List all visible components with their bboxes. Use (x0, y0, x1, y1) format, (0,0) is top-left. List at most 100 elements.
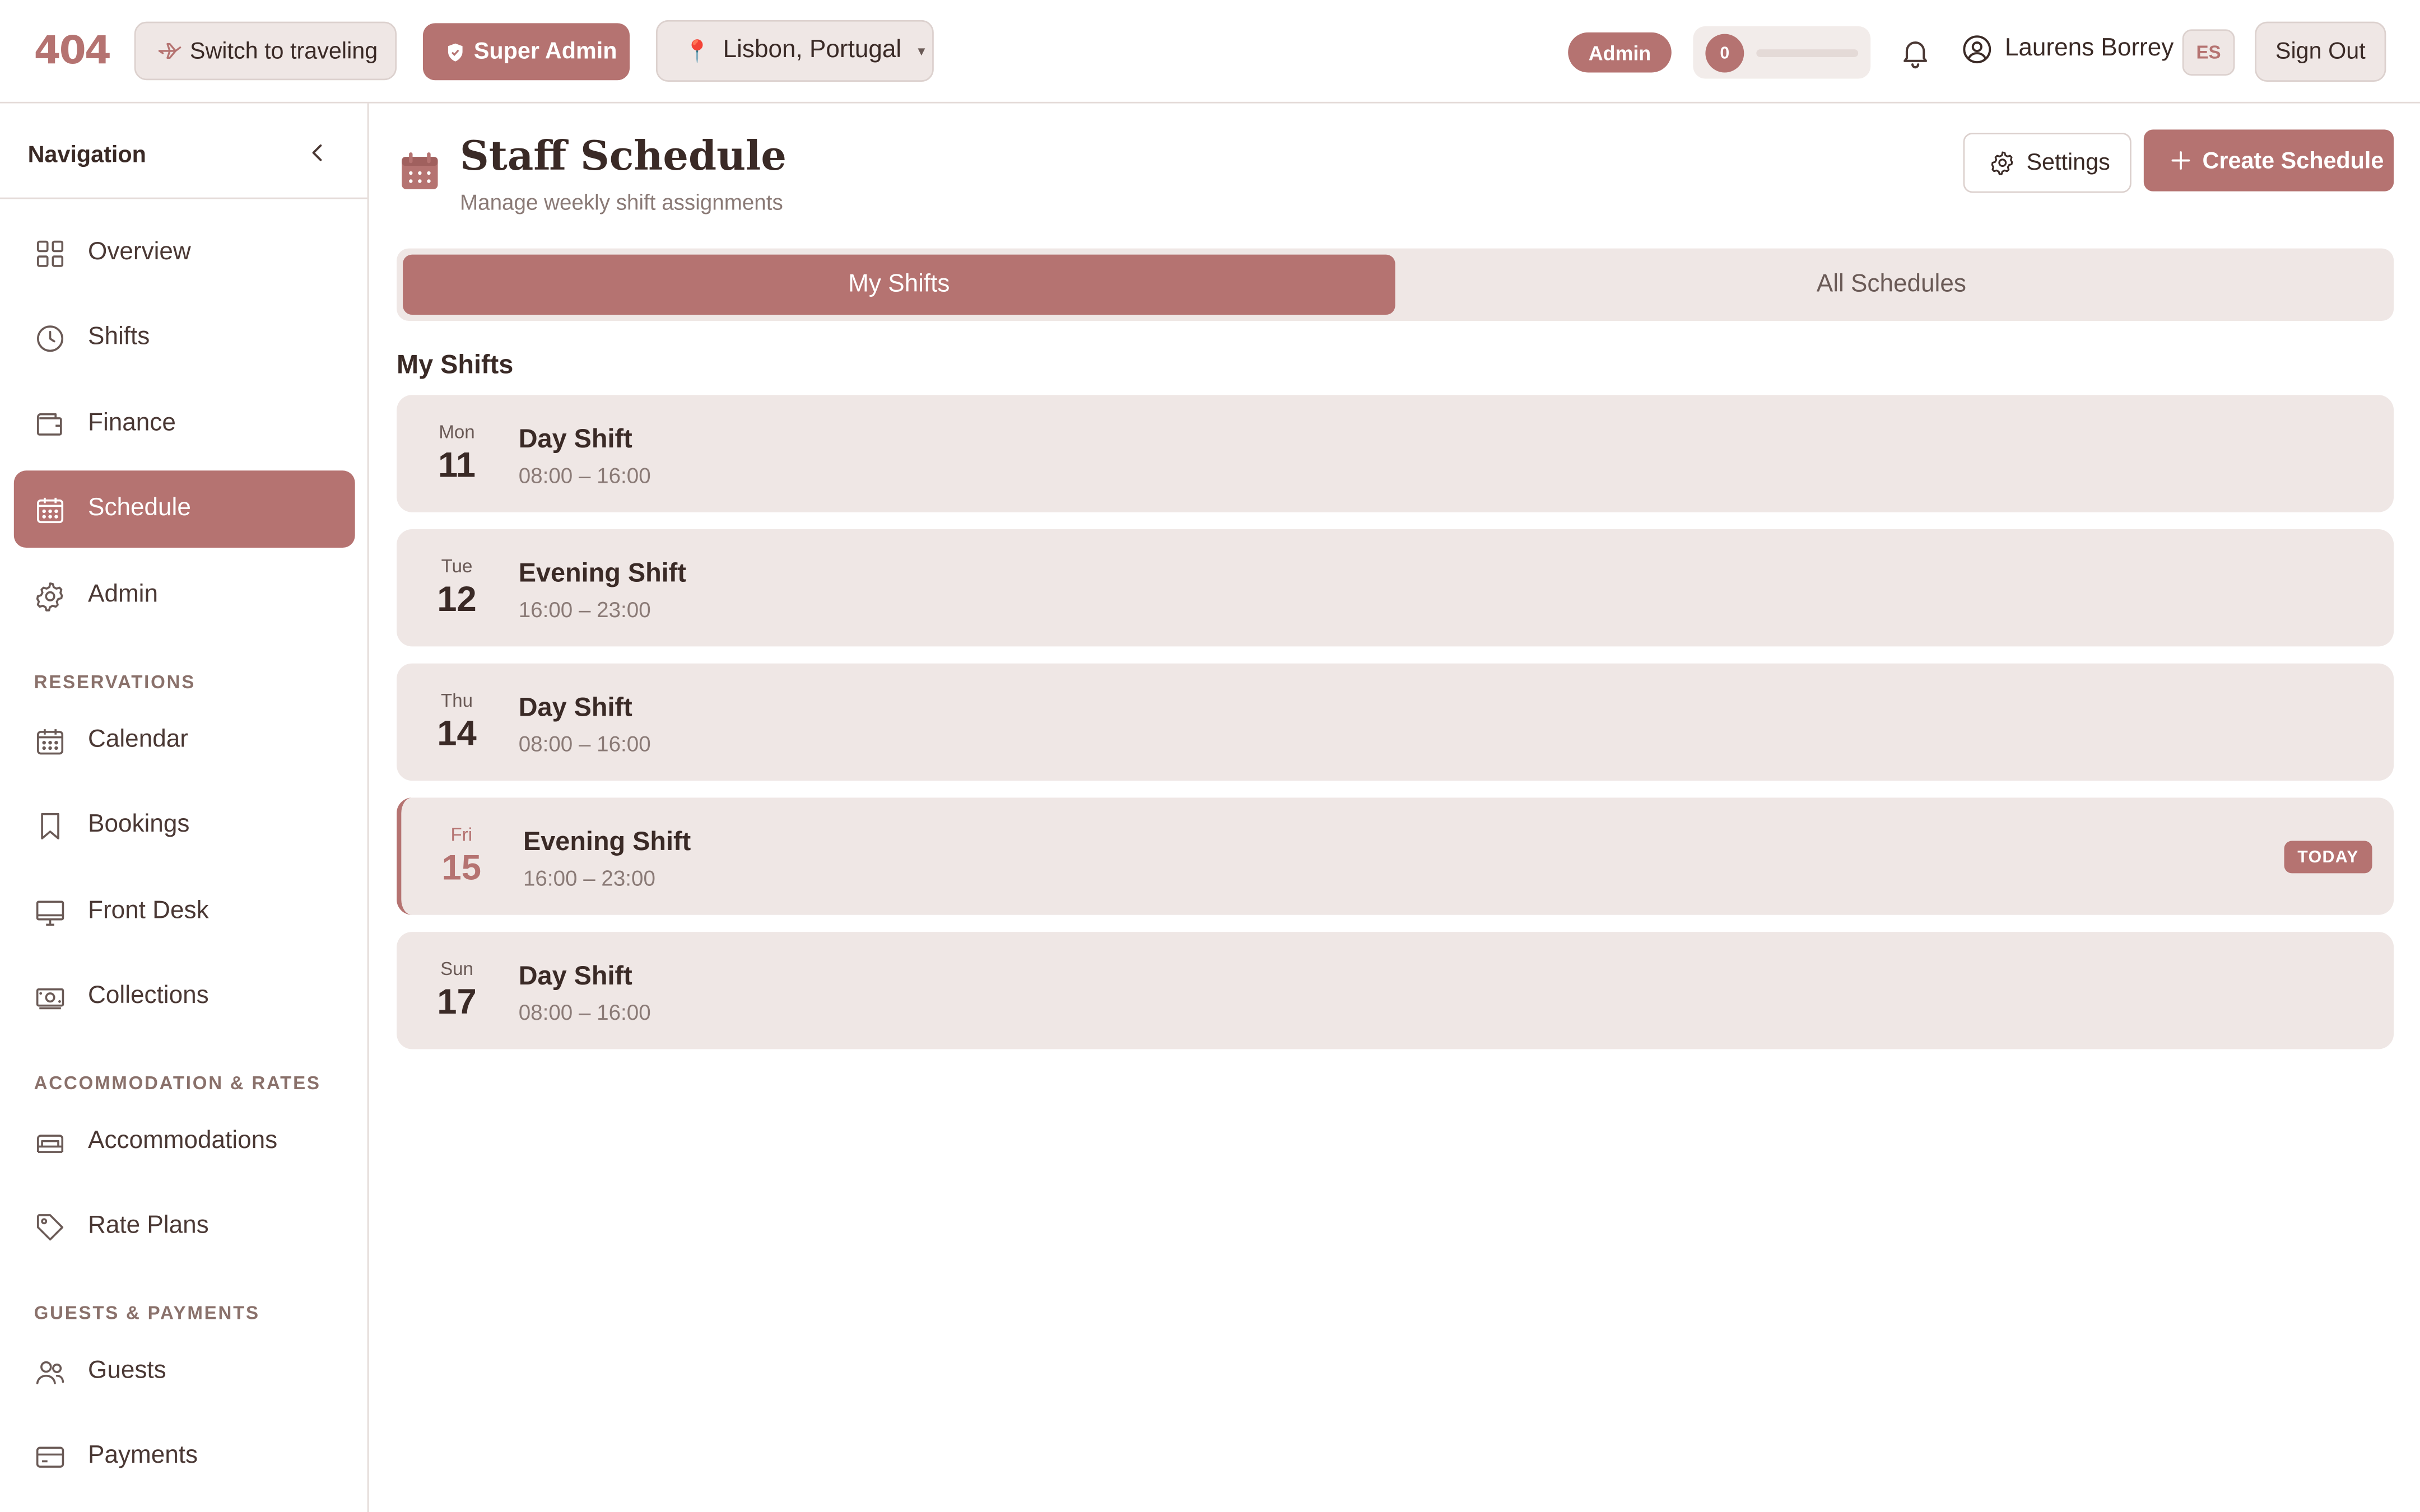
gear-icon (36, 581, 63, 611)
shift-card[interactable]: Sun 17 Day Shift 08:00 – 16:00 (397, 932, 2394, 1049)
app-viewport: 404 Switch to traveling Super Admin 📍 Li… (0, 0, 2420, 1512)
shift-weekday: Sun (440, 958, 473, 980)
user-menu[interactable]: Laurens Borrey (1962, 34, 2174, 65)
sidebar-item-collections[interactable]: Collections (14, 958, 355, 1035)
progress-count: 0 (1705, 34, 1744, 73)
create-schedule-button[interactable]: Create Schedule (2143, 129, 2394, 192)
shift-day: 15 (441, 847, 482, 888)
create-schedule-label: Create Schedule (2202, 147, 2384, 174)
super-admin-button[interactable]: Super Admin (422, 23, 630, 81)
monitor-icon (36, 900, 64, 925)
sidebar-item-label: Admin (88, 581, 159, 608)
language-button[interactable]: ES (2182, 29, 2235, 76)
sidebar-item-label: Bookings (88, 811, 190, 838)
shift-name: Day Shift (518, 693, 632, 722)
tab-all-schedules[interactable]: All Schedules (1395, 255, 2388, 315)
sidebar-item-finance[interactable]: Finance (14, 386, 355, 463)
location-selector[interactable]: 📍 Lisbon, Portugal ▼ (655, 20, 934, 82)
grid-icon (37, 240, 64, 267)
sidebar-item-label: Rate Plans (88, 1212, 209, 1239)
top-bar: 404 Switch to traveling Super Admin 📍 Li… (0, 0, 2420, 104)
sidebar-title: Navigation (27, 142, 146, 169)
switch-traveling-button[interactable]: Switch to traveling (134, 21, 397, 81)
sidebar-item-label: Collections (88, 982, 209, 1009)
shift-day: 11 (438, 444, 476, 485)
progress-track (1756, 49, 1859, 57)
shift-card[interactable]: Tue 12 Evening Shift 16:00 – 23:00 (397, 529, 2394, 647)
settings-button[interactable]: Settings (1963, 132, 2132, 193)
plane-icon (158, 43, 182, 59)
schedule-tabs: My Shifts All Schedules (397, 248, 2394, 321)
sign-out-button[interactable]: Sign Out (2255, 21, 2386, 82)
shift-name: Day Shift (518, 961, 632, 991)
bed-icon (37, 1133, 64, 1152)
sidebar: Navigation Overview Shifts Finance Sched… (0, 103, 369, 1512)
sidebar-item-payments[interactable]: Payments (14, 1418, 355, 1495)
shift-day: 12 (437, 578, 477, 619)
sidebar-item-label: Front Desk (88, 898, 209, 925)
shift-weekday: Tue (441, 555, 473, 577)
sidebar-item-label: Payments (88, 1443, 198, 1469)
switch-traveling-label: Switch to traveling (189, 38, 378, 64)
today-badge: TODAY (2284, 841, 2372, 874)
sidebar-item-label: Shifts (88, 324, 150, 351)
sidebar-item-shifts[interactable]: Shifts (14, 299, 355, 376)
sidebar-item-label: Accommodations (88, 1127, 278, 1154)
sidebar-item-admin[interactable]: Admin (14, 557, 355, 634)
tag-icon (37, 1213, 64, 1240)
sidebar-header: Navigation (0, 104, 367, 199)
sidebar-item-accommodations[interactable]: Accommodations (14, 1103, 355, 1180)
gear-icon (1991, 151, 2013, 175)
shift-time: 16:00 – 23:00 (518, 597, 651, 622)
page-subtitle: Manage weekly shift assignments (460, 189, 783, 214)
shift-name: Day Shift (518, 424, 632, 454)
shield-icon (448, 43, 463, 61)
sidebar-section-accommodation: ACCOMMODATION & RATES (34, 1072, 321, 1094)
shift-card[interactable]: Thu 14 Day Shift 08:00 – 16:00 (397, 663, 2394, 781)
sidebar-item-label: Calendar (88, 726, 188, 753)
shift-time: 16:00 – 23:00 (523, 865, 655, 890)
sidebar-item-label: Overview (88, 239, 191, 265)
sidebar-item-schedule[interactable]: Schedule (13, 470, 355, 548)
super-admin-label: Super Admin (473, 38, 617, 65)
shift-day: 14 (437, 712, 477, 753)
sidebar-section-guests-payments: GUESTS & PAYMENTS (34, 1302, 260, 1324)
admin-badge: Admin (1568, 32, 1672, 73)
sidebar-item-label: Schedule (88, 495, 191, 522)
caret-down-icon: ▼ (915, 44, 928, 58)
progress-widget: 0 (1693, 26, 1871, 79)
sidebar-item-overview[interactable]: Overview (14, 214, 355, 292)
location-label: Lisbon, Portugal (723, 37, 902, 63)
bookmark-icon (41, 812, 59, 839)
sidebar-item-bookings[interactable]: Bookings (14, 787, 355, 864)
shift-time: 08:00 – 16:00 (518, 1000, 651, 1025)
tab-my-shifts[interactable]: My Shifts (403, 254, 1395, 315)
bell-icon[interactable] (1898, 34, 1933, 71)
page-title: Staff Schedule (460, 134, 787, 181)
calendar-icon (402, 152, 438, 189)
app-logo[interactable]: 404 (34, 28, 111, 73)
shift-name: Evening Shift (518, 558, 686, 588)
clock-icon (37, 324, 64, 351)
shift-time: 08:00 – 16:00 (518, 463, 651, 488)
sidebar-item-rate-plans[interactable]: Rate Plans (14, 1188, 355, 1265)
users-icon (36, 1360, 64, 1384)
settings-label: Settings (2026, 150, 2110, 176)
chevron-left-icon[interactable] (307, 142, 329, 164)
user-name: Laurens Borrey (2004, 35, 2174, 62)
shift-card[interactable]: Mon 11 Day Shift 08:00 – 16:00 (397, 395, 2394, 512)
shift-weekday: Thu (441, 689, 473, 712)
sidebar-section-reservations: RESERVATIONS (34, 671, 196, 693)
shift-time: 08:00 – 16:00 (518, 731, 651, 756)
sidebar-item-calendar[interactable]: Calendar (14, 702, 355, 780)
shift-card-today[interactable]: Fri 15 Evening Shift 16:00 – 23:00 TODAY (397, 797, 2394, 915)
pin-icon: 📍 (683, 38, 711, 63)
sidebar-item-label: Guests (88, 1357, 166, 1384)
sidebar-item-front-desk[interactable]: Front Desk (14, 873, 355, 950)
plus-icon (2171, 151, 2190, 170)
shift-weekday: Mon (439, 421, 475, 443)
sidebar-item-guests[interactable]: Guests (14, 1333, 355, 1410)
shift-day: 17 (437, 981, 477, 1021)
shift-weekday: Fri (450, 824, 473, 846)
shifts-section-title: My Shifts (397, 350, 514, 380)
